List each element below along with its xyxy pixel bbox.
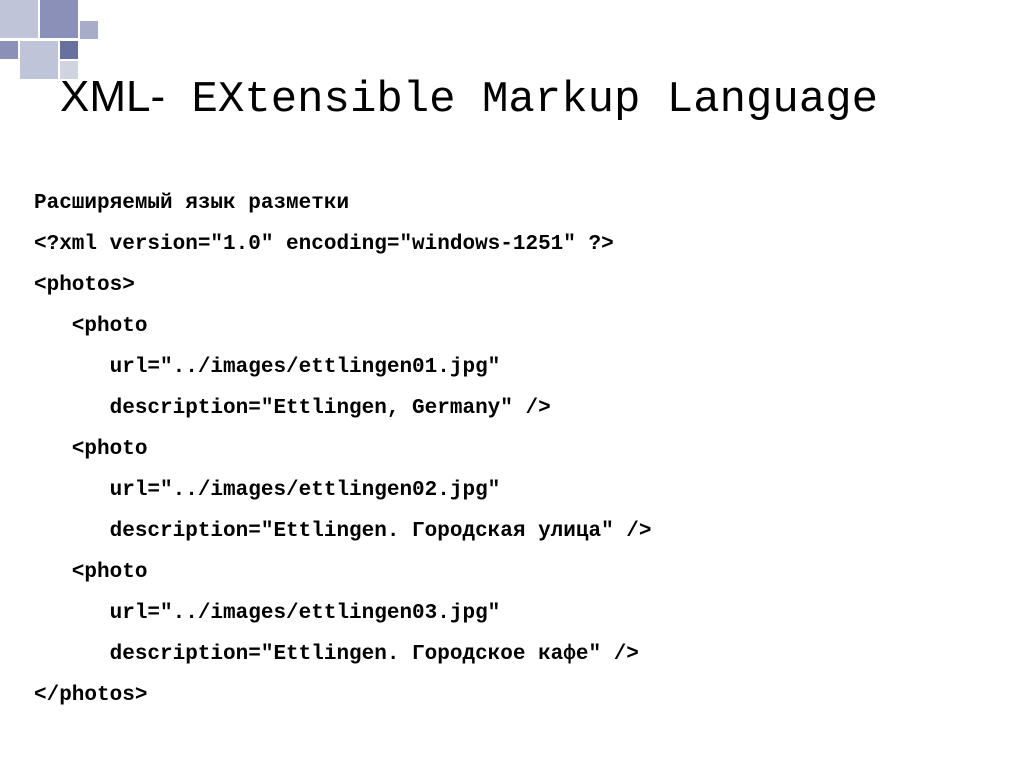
decoration-square bbox=[80, 21, 98, 39]
code-line: <photos> bbox=[34, 274, 135, 297]
decoration-square bbox=[60, 41, 78, 59]
code-line: <photo bbox=[34, 315, 147, 338]
code-line: <photo bbox=[34, 561, 147, 584]
code-line: description="Ettlingen, Germany" /> bbox=[34, 397, 551, 420]
code-line: <photo bbox=[34, 438, 147, 461]
decoration-square bbox=[20, 41, 58, 79]
slide-title: XML- EXtensible Markup Language bbox=[60, 72, 878, 125]
code-line: description="Ettlingen. Городское кафе" … bbox=[34, 643, 639, 666]
code-line: description="Ettlingen. Городская улица"… bbox=[34, 520, 652, 543]
decoration-square bbox=[0, 0, 38, 38]
decoration-square bbox=[0, 41, 18, 59]
code-line: url="../images/ettlingen01.jpg" bbox=[34, 356, 500, 379]
code-content: Расширяемый язык разметки <?xml version=… bbox=[34, 183, 652, 716]
code-line: Расширяемый язык разметки bbox=[34, 192, 349, 215]
title-mono-part: EXtensible Markup Language bbox=[165, 75, 878, 125]
code-line: url="../images/ettlingen03.jpg" bbox=[34, 602, 500, 625]
code-line: <?xml version="1.0" encoding="windows-12… bbox=[34, 233, 614, 256]
title-bold-part: XML- bbox=[60, 72, 165, 121]
code-line: url="../images/ettlingen02.jpg" bbox=[34, 479, 500, 502]
code-line: </photos> bbox=[34, 684, 147, 707]
decoration-square bbox=[40, 0, 78, 38]
